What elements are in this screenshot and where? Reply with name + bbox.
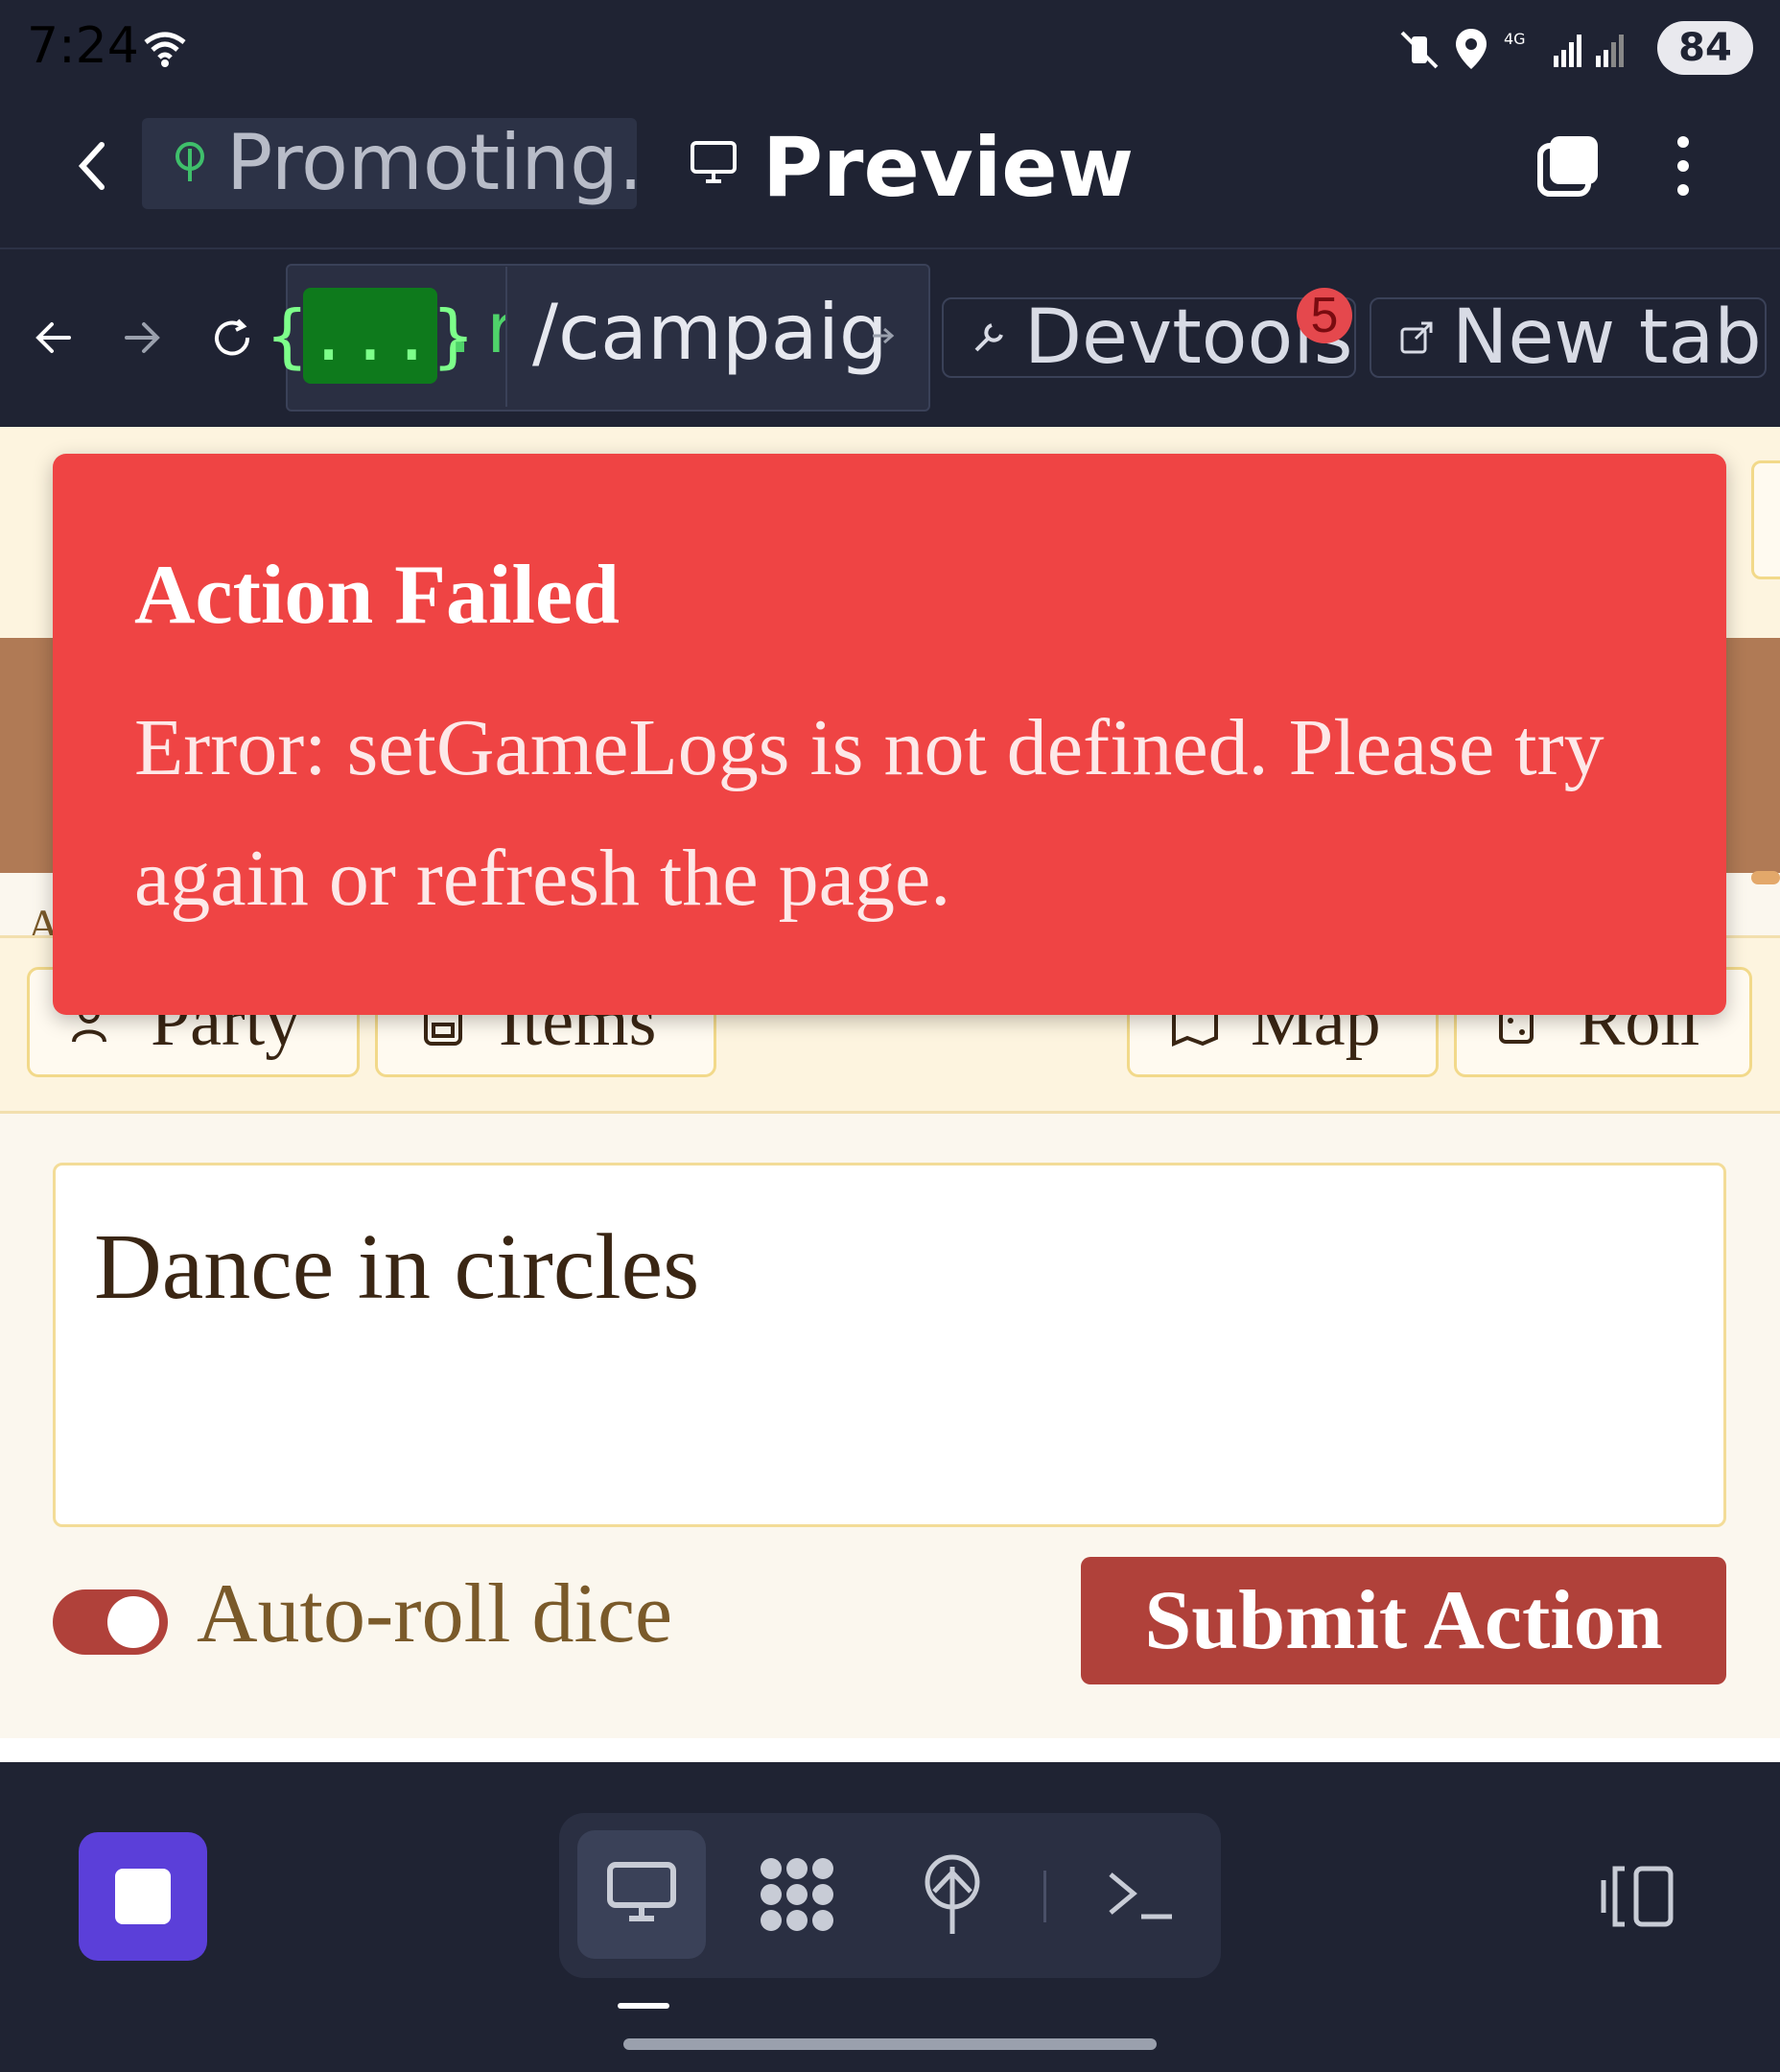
refresh-icon[interactable]	[209, 315, 255, 361]
status-time: 7:24	[27, 17, 139, 75]
active-indicator	[618, 2003, 669, 2009]
toast-message: Error: setGameLogs is not defined. Pleas…	[134, 703, 1604, 923]
terminal-icon[interactable]	[1105, 1869, 1176, 1922]
toast-title: Action Failed	[134, 549, 620, 642]
svg-text:4G: 4G	[1504, 30, 1526, 48]
preview-monitor-icon	[607, 1862, 676, 1921]
action-input[interactable]: Dance in circles	[53, 1163, 1726, 1527]
sprout-icon	[176, 142, 204, 181]
home-gesture-bar[interactable]	[623, 2038, 1157, 2050]
external-link-icon	[1400, 321, 1433, 354]
scroll-handle[interactable]	[1751, 871, 1780, 884]
page-bottom	[0, 1738, 1780, 1762]
new-tab-button[interactable]: New tab	[1370, 294, 1767, 381]
new-tab-label: New tab	[1452, 294, 1762, 381]
dock-divider	[1043, 1871, 1046, 1922]
url-separator	[505, 267, 507, 407]
wifi-icon	[144, 32, 186, 67]
toggle-knob	[107, 1596, 159, 1648]
back-chevron-icon[interactable]	[73, 139, 111, 193]
workspace-grid-icon[interactable]	[758, 1855, 836, 1934]
project-tab[interactable]: Promoting...	[142, 118, 637, 209]
page-title: Preview	[762, 120, 1135, 216]
location-icon	[1456, 29, 1487, 69]
battery-indicator: 84	[1657, 21, 1753, 75]
forward-arrow-icon[interactable]	[121, 317, 163, 359]
wrench-icon	[974, 323, 1003, 352]
back-arrow-icon[interactable]	[33, 317, 75, 359]
submit-action-button[interactable]: Submit Action	[1081, 1557, 1726, 1684]
devtools-error-badge: 5	[1297, 288, 1352, 343]
url-project-chip: {...}	[267, 288, 474, 384]
mute-vibrate-icon	[1400, 31, 1439, 69]
devtools-button[interactable]: Devtools	[942, 294, 1356, 381]
deploy-icon[interactable]	[921, 1853, 984, 1936]
url-path[interactable]: /campaig	[532, 288, 888, 377]
signal-icon: 4G	[1504, 30, 1624, 67]
url-arrow-icon	[873, 327, 895, 344]
header-button-partial[interactable]	[1751, 460, 1780, 579]
url-domain: .re	[439, 288, 506, 368]
auto-roll-label: Auto-roll dice	[197, 1567, 673, 1660]
monitor-icon	[691, 141, 737, 183]
stop-icon	[115, 1869, 171, 1924]
more-vertical-icon[interactable]	[1669, 132, 1698, 200]
panel-toggle-icon[interactable]	[1598, 1863, 1678, 1930]
tabs-icon[interactable]	[1534, 132, 1602, 200]
project-tab-label: Promoting...	[226, 118, 637, 207]
